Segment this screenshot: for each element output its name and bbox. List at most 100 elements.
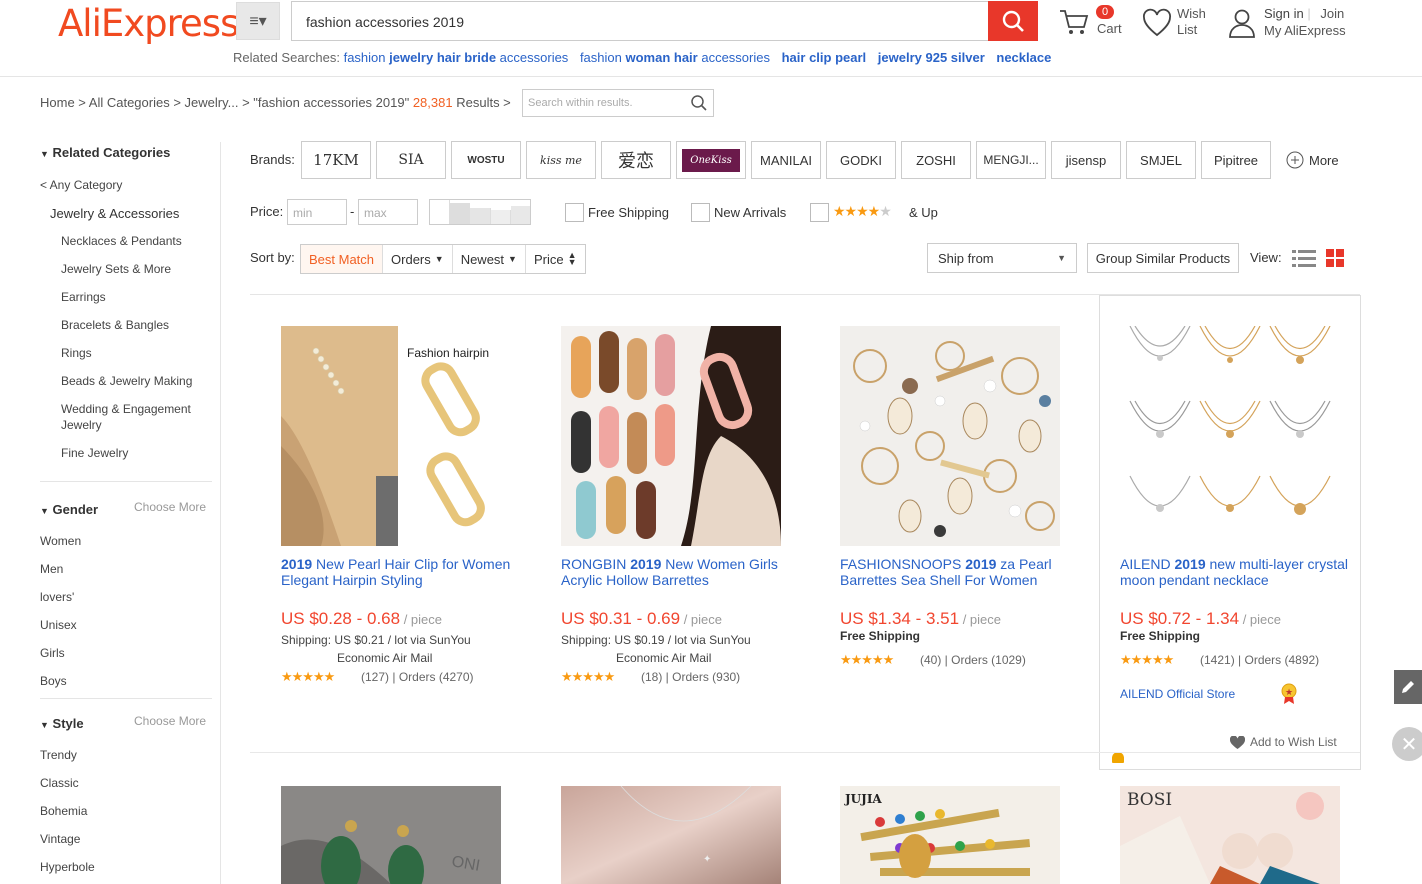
category-link[interactable]: Fine Jewelry: [61, 446, 128, 460]
category-link[interactable]: Necklaces & Pendants: [61, 234, 182, 248]
brand-filter[interactable]: WOSTU: [451, 141, 521, 179]
sort-orders[interactable]: Orders ▼: [383, 245, 453, 273]
product-image[interactable]: [561, 326, 781, 546]
join-link[interactable]: Join: [1320, 6, 1344, 21]
rating-checkbox[interactable]: [810, 203, 829, 222]
style-option[interactable]: Classic: [40, 776, 79, 790]
gender-option[interactable]: Men: [40, 562, 63, 576]
category-link[interactable]: Wedding & Engagement: [61, 402, 191, 416]
related-categories-heading[interactable]: ▼ Related Categories: [40, 145, 170, 160]
style-heading[interactable]: ▼ Style: [40, 716, 84, 731]
gender-option[interactable]: Boys: [40, 674, 67, 688]
current-category[interactable]: Jewelry & Accessories: [50, 206, 179, 221]
gender-option[interactable]: Women: [40, 534, 81, 548]
free-shipping-label[interactable]: Free Shipping: [588, 205, 669, 220]
brand-filter[interactable]: Pipitree: [1201, 141, 1271, 179]
feedback-button[interactable]: [1394, 670, 1422, 704]
product-image[interactable]: ✦: [561, 786, 781, 884]
sort-best-match[interactable]: Best Match: [301, 245, 384, 273]
style-option[interactable]: Bohemia: [40, 804, 87, 818]
search-input[interactable]: fashion accessories 2019: [291, 1, 989, 41]
sort-label: Sort by:: [250, 250, 295, 265]
sort-price[interactable]: Price ▲ ▼: [526, 245, 585, 273]
ship-from-select[interactable]: Ship from ▼: [927, 243, 1077, 273]
breadcrumb[interactable]: Home > All Categories > Jewelry... > "fa…: [40, 95, 511, 110]
signin-link[interactable]: Sign in: [1264, 6, 1304, 21]
product-image[interactable]: BOSI: [1120, 786, 1340, 884]
row-divider: [250, 752, 1360, 753]
gender-option[interactable]: Unisex: [40, 618, 77, 632]
brand-filter[interactable]: MENGJI...: [976, 141, 1046, 179]
product-title[interactable]: 2019 New Pearl Hair Clip for Women Elega…: [281, 556, 521, 588]
search-within-icon[interactable]: [690, 94, 708, 117]
any-category-link[interactable]: < Any Category: [40, 178, 122, 192]
product-image[interactable]: Fashion hairpin: [281, 326, 501, 546]
add-to-wishlist-button[interactable]: Add to Wish List: [1230, 735, 1337, 749]
search-button[interactable]: [988, 1, 1038, 41]
style-option[interactable]: Trendy: [40, 748, 77, 762]
gender-option[interactable]: Girls: [40, 646, 65, 660]
brand-filter[interactable]: 17KM: [301, 141, 371, 179]
brand-filter[interactable]: SIA: [376, 141, 446, 179]
gender-option[interactable]: lovers': [40, 590, 74, 604]
related-search-link[interactable]: fashion woman hair accessories: [580, 50, 770, 65]
brand-filter[interactable]: jisensp: [1051, 141, 1121, 179]
brand-filter[interactable]: 爱恋: [601, 141, 671, 179]
gender-choose-more[interactable]: Choose More: [134, 500, 206, 514]
free-shipping-checkbox[interactable]: [565, 203, 584, 222]
product-title[interactable]: FASHIONSNOOPS 2019 za Pearl Barrettes Se…: [840, 556, 1080, 588]
category-link[interactable]: Rings: [61, 346, 92, 360]
close-button[interactable]: ✕: [1392, 727, 1422, 761]
new-arrivals-checkbox[interactable]: [691, 203, 710, 222]
style-choose-more[interactable]: Choose More: [134, 714, 206, 728]
search-within-input[interactable]: Search within results.: [522, 89, 714, 117]
and-up-label[interactable]: & Up: [909, 205, 938, 220]
sort-newest[interactable]: Newest ▼: [453, 245, 526, 273]
price-max-input[interactable]: max: [358, 199, 418, 225]
brand-filter[interactable]: ZOSHI: [901, 141, 971, 179]
brand-filter[interactable]: MANILAI: [751, 141, 821, 179]
category-link[interactable]: Jewelry Sets & More: [61, 262, 171, 276]
category-link[interactable]: Beads & Jewelry Making: [61, 374, 192, 388]
wishlist-button[interactable]: [1142, 8, 1172, 38]
related-search-link[interactable]: jewelry 925 silver: [878, 50, 985, 65]
gender-heading[interactable]: ▼ Gender: [40, 502, 98, 517]
related-search-link[interactable]: fashion jewelry hair bride accessories: [344, 50, 569, 65]
plus-circle-icon: [1286, 151, 1304, 169]
group-similar-button[interactable]: Group Similar Products: [1087, 243, 1239, 273]
my-account-link[interactable]: My AliExpress: [1264, 22, 1346, 39]
related-search-link[interactable]: necklace si: [996, 50, 1053, 65]
product-title[interactable]: AILEND 2019 new multi-layer crystal moon…: [1120, 556, 1360, 588]
product-title[interactable]: RONGBIN 2019 New Women Girls Acrylic Hol…: [561, 556, 801, 588]
grid-view-icon[interactable]: [1326, 249, 1344, 272]
new-arrivals-label[interactable]: New Arrivals: [714, 205, 786, 220]
heart-icon: [1230, 735, 1245, 749]
price-histogram[interactable]: [429, 199, 531, 225]
product-stars-icon: ★★★★★: [1120, 652, 1174, 667]
list-view-icon[interactable]: [1292, 248, 1316, 273]
account-button[interactable]: [1228, 8, 1256, 38]
product-image[interactable]: ONI: [281, 786, 501, 884]
wishlist-label[interactable]: Wish List: [1177, 6, 1217, 38]
search-icon: [1002, 10, 1024, 32]
style-option[interactable]: Vintage: [40, 832, 80, 846]
category-link[interactable]: Bracelets & Bangles: [61, 318, 169, 332]
cart-label[interactable]: Cart: [1097, 21, 1122, 36]
related-search-link[interactable]: hair clip pearl: [782, 50, 867, 65]
store-link[interactable]: AILEND Official Store: [1120, 687, 1235, 701]
brand-filter[interactable]: SMJEL: [1126, 141, 1196, 179]
bell-icon[interactable]: [1112, 752, 1124, 763]
brand-filter[interactable]: GODKI: [826, 141, 896, 179]
product-image[interactable]: [1120, 326, 1340, 546]
brand-filter[interactable]: OneKiss: [676, 141, 746, 179]
category-link[interactable]: Jewelry: [61, 418, 102, 432]
more-brands-button[interactable]: More: [1286, 151, 1339, 169]
product-image[interactable]: [840, 326, 1060, 546]
style-option[interactable]: Hyperbole: [40, 860, 95, 874]
aliexpress-logo[interactable]: AliExpress™: [58, 2, 248, 45]
brand-filter[interactable]: kiss me: [526, 141, 596, 179]
price-min-input[interactable]: min: [287, 199, 347, 225]
category-menu-button[interactable]: ≡▾: [236, 2, 280, 40]
category-link[interactable]: Earrings: [61, 290, 106, 304]
product-image[interactable]: JUJIA: [840, 786, 1060, 884]
